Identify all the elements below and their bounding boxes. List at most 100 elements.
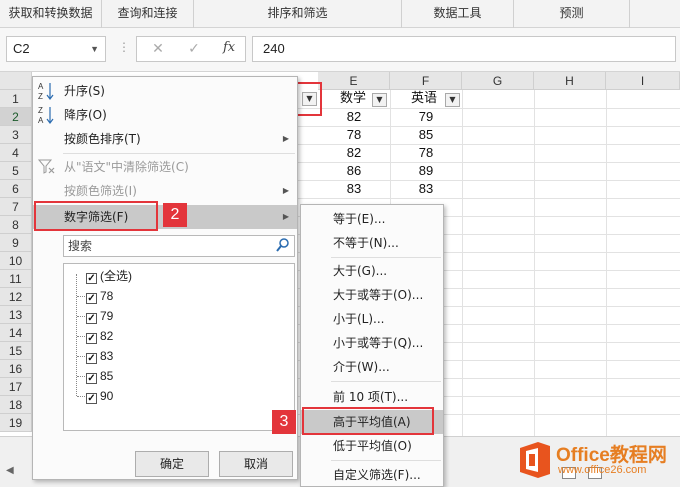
- column-header-e[interactable]: E: [318, 72, 390, 90]
- menu-item-sort-descending[interactable]: Z A 降序(O): [33, 103, 297, 127]
- menu-item-sort-by-color[interactable]: 按颜色排序(T) ▶: [33, 127, 297, 151]
- svg-text:A: A: [38, 82, 44, 91]
- checkbox-checked-icon: ✓: [86, 273, 97, 284]
- column-header-g[interactable]: G: [462, 72, 534, 90]
- submenu-item-less-than[interactable]: 小于(L)...: [301, 307, 443, 331]
- column-header-h[interactable]: H: [534, 72, 606, 90]
- highlight-box-step-3: [302, 407, 434, 435]
- checkbox-value[interactable]: ✓ 78: [86, 286, 113, 306]
- row-header[interactable]: 17: [0, 378, 32, 396]
- row-header[interactable]: 4: [0, 144, 32, 162]
- row-header[interactable]: 8: [0, 216, 32, 234]
- formula-input[interactable]: 240: [252, 36, 676, 62]
- menu-separator: [63, 153, 295, 154]
- row-header[interactable]: 12: [0, 288, 32, 306]
- cell[interactable]: 83: [318, 180, 390, 198]
- svg-text:Z: Z: [38, 106, 43, 115]
- cancel-button[interactable]: 取消: [219, 451, 293, 477]
- row-header[interactable]: 7: [0, 198, 32, 216]
- highlight-box-step-2: [34, 201, 158, 231]
- chevron-right-icon: ▶: [282, 134, 289, 143]
- menu-item-clear-filter[interactable]: 从"语文"中清除筛选(C): [33, 155, 297, 179]
- name-box[interactable]: C2 ▼: [6, 36, 106, 62]
- row-header[interactable]: 9: [0, 234, 32, 252]
- row-header[interactable]: 18: [0, 396, 32, 414]
- gridline: [534, 90, 535, 436]
- enter-check-icon[interactable]: ✓: [183, 40, 205, 58]
- ribbon-group-sort-filter[interactable]: 排序和筛选: [194, 0, 402, 28]
- submenu-item-between[interactable]: 介于(W)...: [301, 355, 443, 379]
- insert-function-icon[interactable]: fx: [223, 40, 235, 55]
- row-header[interactable]: 13: [0, 306, 32, 324]
- row-header[interactable]: 11: [0, 270, 32, 288]
- submenu-item-greater-or-equal[interactable]: 大于或等于(O)...: [301, 283, 443, 307]
- checkbox-checked-icon: ✓: [86, 353, 97, 364]
- row-header[interactable]: 6: [0, 180, 32, 198]
- ok-button[interactable]: 确定: [135, 451, 209, 477]
- cell-header-english[interactable]: 英语: [411, 90, 437, 108]
- filter-dropdown-math[interactable]: ▼: [372, 93, 387, 107]
- cell[interactable]: 79: [390, 108, 462, 126]
- filter-value-list: ✓ (全选) ✓ 78 ✓ 79 ✓ 82 ✓ 83 ✓ 85 ✓ 90: [63, 263, 295, 431]
- column-header-f[interactable]: F: [390, 72, 462, 90]
- submenu-item-not-equals[interactable]: 不等于(N)...: [301, 231, 443, 255]
- filter-search-input[interactable]: 搜索: [63, 235, 295, 257]
- row-header[interactable]: 2: [0, 108, 32, 126]
- cell[interactable]: 82: [318, 108, 390, 126]
- row-header[interactable]: 15: [0, 342, 32, 360]
- menu-item-sort-ascending[interactable]: A Z 升序(S): [33, 79, 297, 103]
- checkbox-checked-icon: ✓: [86, 313, 97, 324]
- row-header[interactable]: 14: [0, 324, 32, 342]
- cell[interactable]: 78: [390, 144, 462, 162]
- tree-line: [77, 316, 85, 317]
- submenu-item-custom-filter[interactable]: 自定义筛选(F)...: [301, 463, 443, 487]
- ribbon-group-bar: 获取和转换数据 查询和连接 排序和筛选 数据工具 预测: [0, 0, 680, 28]
- checkbox-value[interactable]: ✓ 79: [86, 306, 113, 326]
- menu-separator: [331, 381, 441, 382]
- submenu-item-top-10[interactable]: 前 10 项(T)...: [301, 385, 443, 409]
- menu-item-filter-by-color[interactable]: 按颜色筛选(I) ▶: [33, 179, 297, 203]
- autofilter-menu: A Z 升序(S) Z A 降序(O) 按颜色排序(T) ▶ 从"语文"中清除筛…: [32, 76, 298, 480]
- cell[interactable]: 89: [390, 162, 462, 180]
- row-header[interactable]: 1: [0, 90, 32, 108]
- checkbox-select-all[interactable]: ✓ (全选): [86, 266, 132, 286]
- submenu-item-equals[interactable]: 等于(E)...: [301, 207, 443, 231]
- ribbon-group-get-transform[interactable]: 获取和转换数据: [0, 0, 102, 28]
- row-header[interactable]: 3: [0, 126, 32, 144]
- cell[interactable]: 82: [318, 144, 390, 162]
- cell[interactable]: 78: [318, 126, 390, 144]
- cell[interactable]: 83: [390, 180, 462, 198]
- cell-header-math[interactable]: 数学: [340, 90, 366, 108]
- checkbox-value[interactable]: ✓ 90: [86, 386, 113, 406]
- svg-text:Z: Z: [38, 92, 43, 101]
- tree-line: [77, 356, 85, 357]
- checkbox-value[interactable]: ✓ 83: [86, 346, 113, 366]
- ribbon-group-forecast[interactable]: 预测: [514, 0, 630, 28]
- submenu-item-greater-than[interactable]: 大于(G)...: [301, 259, 443, 283]
- ribbon-group-data-tools[interactable]: 数据工具: [402, 0, 514, 28]
- cell[interactable]: 85: [390, 126, 462, 144]
- column-header-i[interactable]: I: [606, 72, 680, 90]
- ribbon-group-queries[interactable]: 查询和连接: [102, 0, 194, 28]
- row-header[interactable]: 10: [0, 252, 32, 270]
- row-header[interactable]: 16: [0, 360, 32, 378]
- checkbox-value[interactable]: ✓ 85: [86, 366, 113, 386]
- row-header[interactable]: 5: [0, 162, 32, 180]
- chevron-down-icon[interactable]: ▼: [90, 37, 99, 61]
- checkbox-checked-icon: ✓: [86, 373, 97, 384]
- select-all-corner[interactable]: [0, 72, 32, 90]
- tree-line: [77, 336, 85, 337]
- cell[interactable]: 86: [318, 162, 390, 180]
- sheet-nav-icon[interactable]: ◀: [6, 465, 14, 476]
- menu-separator: [331, 257, 441, 258]
- gridline: [462, 90, 463, 436]
- cancel-icon[interactable]: ✕: [147, 40, 169, 58]
- submenu-item-below-average[interactable]: 低于平均值(O): [301, 434, 443, 458]
- tree-line: [77, 296, 85, 297]
- row-header[interactable]: 19: [0, 414, 32, 432]
- checkbox-label: (全选): [100, 269, 132, 283]
- checkbox-value[interactable]: ✓ 82: [86, 326, 113, 346]
- filter-dropdown-english[interactable]: ▼: [445, 93, 460, 107]
- submenu-item-less-or-equal[interactable]: 小于或等于(Q)...: [301, 331, 443, 355]
- checkbox-checked-icon: ✓: [86, 293, 97, 304]
